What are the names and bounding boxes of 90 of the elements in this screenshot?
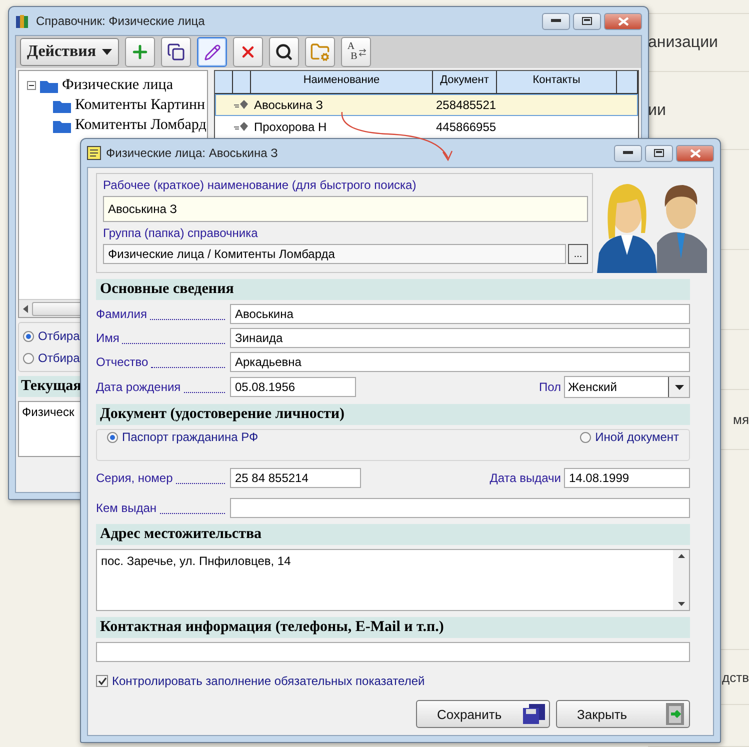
toolbar-button[interactable]: [269, 37, 299, 67]
page-text: ии: [648, 102, 666, 120]
window-title: Справочник: Физические лица: [36, 14, 206, 28]
address-field[interactable]: пос. Заречье, ул. Пнфиловцев, 14: [96, 549, 690, 611]
tree-item[interactable]: Комитенты Ломбард: [75, 117, 206, 134]
folder-icon: [53, 118, 71, 132]
minimize-button[interactable]: [614, 144, 642, 162]
scroll-up-icon: [678, 554, 684, 558]
toolbar-button[interactable]: A B: [341, 37, 371, 67]
checkmark-icon: [98, 677, 106, 685]
folder-icon: [53, 98, 71, 112]
section-heading: Адрес местожительства: [96, 524, 690, 545]
short-name-field[interactable]: Авоськина З: [103, 196, 588, 222]
column-header[interactable]: Наименование: [251, 71, 433, 93]
collapse-icon[interactable]: [27, 81, 36, 90]
letters-label: A B: [346, 42, 358, 62]
maximize-icon: [582, 17, 592, 25]
floppy-disks-icon: [523, 704, 545, 724]
books-icon: [15, 13, 31, 29]
sex-dropdown[interactable]: Женский: [564, 376, 690, 398]
caret-icon: [674, 384, 684, 390]
section-heading: Основные сведения: [96, 279, 690, 300]
field-label: Отчество: [96, 355, 148, 369]
save-button[interactable]: Сохранить: [416, 700, 550, 728]
field-label: Группа (папка) справочника: [103, 226, 259, 240]
document-type-radio[interactable]: Паспорт гражданина РФ: [107, 430, 258, 444]
record-icon: [233, 99, 249, 111]
close-button[interactable]: Закрыть: [556, 700, 690, 728]
maximize-icon: [654, 149, 664, 157]
browse-button[interactable]: ...: [568, 244, 588, 264]
minimize-button[interactable]: [542, 12, 570, 30]
copy-icon: [167, 43, 185, 61]
field-label: Фамилия: [96, 307, 147, 321]
table-cell-text: 445866955: [435, 120, 497, 134]
swap-icon: [358, 48, 368, 56]
field-label: Рабочее (краткое) наименование (для быстрого поиска): [103, 178, 418, 192]
minimize-icon: [551, 19, 561, 23]
field-label: Серия, номер: [96, 471, 173, 485]
document-type-radio[interactable]: Иной документ: [580, 430, 679, 444]
search-icon: [275, 43, 293, 61]
field-label: Дата выдачи: [490, 471, 561, 485]
text-field[interactable]: Авоськина: [230, 304, 690, 324]
toolbar-button[interactable]: [161, 37, 191, 67]
actions-button[interactable]: Действия: [20, 38, 119, 66]
grid-row[interactable]: Авоськина З 258485521: [215, 94, 638, 116]
text-field[interactable]: Зинаида: [230, 328, 690, 348]
group-field[interactable]: Физические лица / Комитенты Ломбарда: [103, 244, 566, 264]
record-icon: [233, 121, 249, 133]
close-button[interactable]: [676, 144, 714, 162]
scroll-left-icon[interactable]: [23, 304, 28, 312]
tree-item[interactable]: Комитенты Картинн: [75, 97, 206, 114]
page-text: анизации: [648, 34, 718, 52]
contacts-field[interactable]: [96, 642, 690, 662]
page-text: дств: [722, 670, 749, 684]
column-header[interactable]: Контакты: [497, 71, 617, 93]
validate-checkbox[interactable]: Контролировать заполнение обязательных показателей: [96, 674, 425, 688]
close-icon: [618, 16, 628, 26]
tree-item[interactable]: Физические лица: [62, 77, 173, 94]
field-label: Пол: [538, 380, 561, 394]
text-field[interactable]: 25 84 855214: [230, 468, 361, 488]
caret-icon: [102, 49, 112, 55]
window-title: Физические лица: Авоськина З: [106, 146, 279, 160]
maximize-button[interactable]: [573, 12, 601, 30]
folder-gear-icon: [310, 42, 330, 62]
exit-door-icon: [665, 703, 685, 725]
table-cell-text: Прохорова Н: [253, 120, 328, 134]
pencil-icon: [204, 44, 220, 60]
text-field[interactable]: Аркадьевна: [230, 352, 690, 372]
section-heading: Документ (удостоверение личности): [96, 404, 690, 425]
date-field[interactable]: 14.08.1999: [564, 468, 690, 488]
field-label: Кем выдан: [96, 501, 157, 515]
note-icon: [87, 146, 101, 160]
close-button[interactable]: [604, 12, 642, 30]
field-label: Дата рождения: [96, 380, 181, 394]
page-text: мя: [733, 412, 749, 427]
filter-radio[interactable]: Отбира: [23, 351, 80, 365]
table-cell-text: Авоськина З: [253, 98, 324, 112]
text-field[interactable]: [230, 498, 690, 518]
field-label: Имя: [96, 331, 120, 345]
date-field[interactable]: 05.08.1956: [230, 377, 356, 397]
maximize-button[interactable]: [645, 144, 673, 162]
section-heading: Контактная информация (телефоны, E-Mail и т.п.): [96, 617, 690, 638]
table-cell-text: 258485521: [435, 98, 497, 112]
column-header[interactable]: Документ: [433, 71, 497, 93]
filter-radio[interactable]: Отбира: [23, 329, 80, 343]
plus-icon: [130, 42, 150, 62]
folder-icon: [40, 78, 58, 92]
scroll-down-icon: [678, 602, 684, 606]
minimize-icon: [623, 151, 633, 155]
close-icon: [690, 148, 700, 158]
